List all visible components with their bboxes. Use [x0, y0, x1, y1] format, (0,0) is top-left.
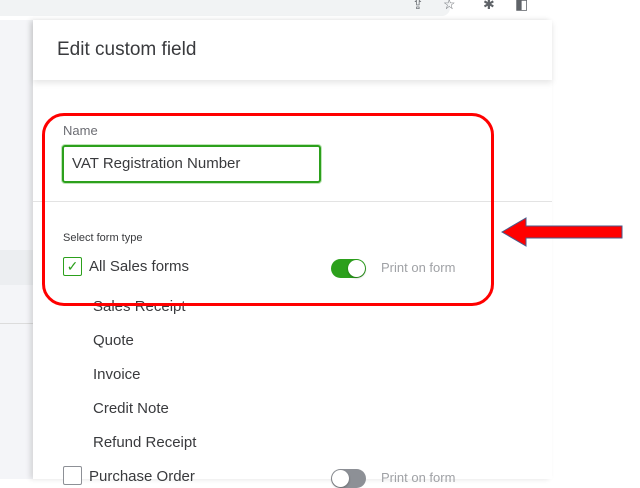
form-item-refund-receipt: Refund Receipt — [93, 434, 197, 451]
divider — [0, 323, 33, 324]
form-item-credit-note: Credit Note — [93, 400, 169, 417]
panel-title: Edit custom field — [57, 39, 197, 60]
star-icon[interactable]: ☆ — [443, 0, 456, 13]
purchase-order-checkbox[interactable] — [63, 466, 82, 485]
purchase-order-label: Purchase Order — [89, 468, 195, 485]
panel-header: Edit custom field — [33, 20, 552, 80]
extensions-icon[interactable]: ✱ — [483, 0, 495, 13]
share-icon[interactable]: ⇪ — [412, 0, 424, 13]
form-item-invoice: Invoice — [93, 366, 141, 383]
print-on-form-label: Print on form — [381, 470, 456, 485]
sidepanel-icon[interactable]: ◧ — [515, 0, 528, 13]
background-row — [0, 250, 33, 285]
annotation-highlight-box — [42, 113, 494, 306]
browser-toolbar — [0, 0, 450, 16]
annotation-arrow-icon — [501, 217, 623, 247]
form-item-quote: Quote — [93, 332, 134, 349]
